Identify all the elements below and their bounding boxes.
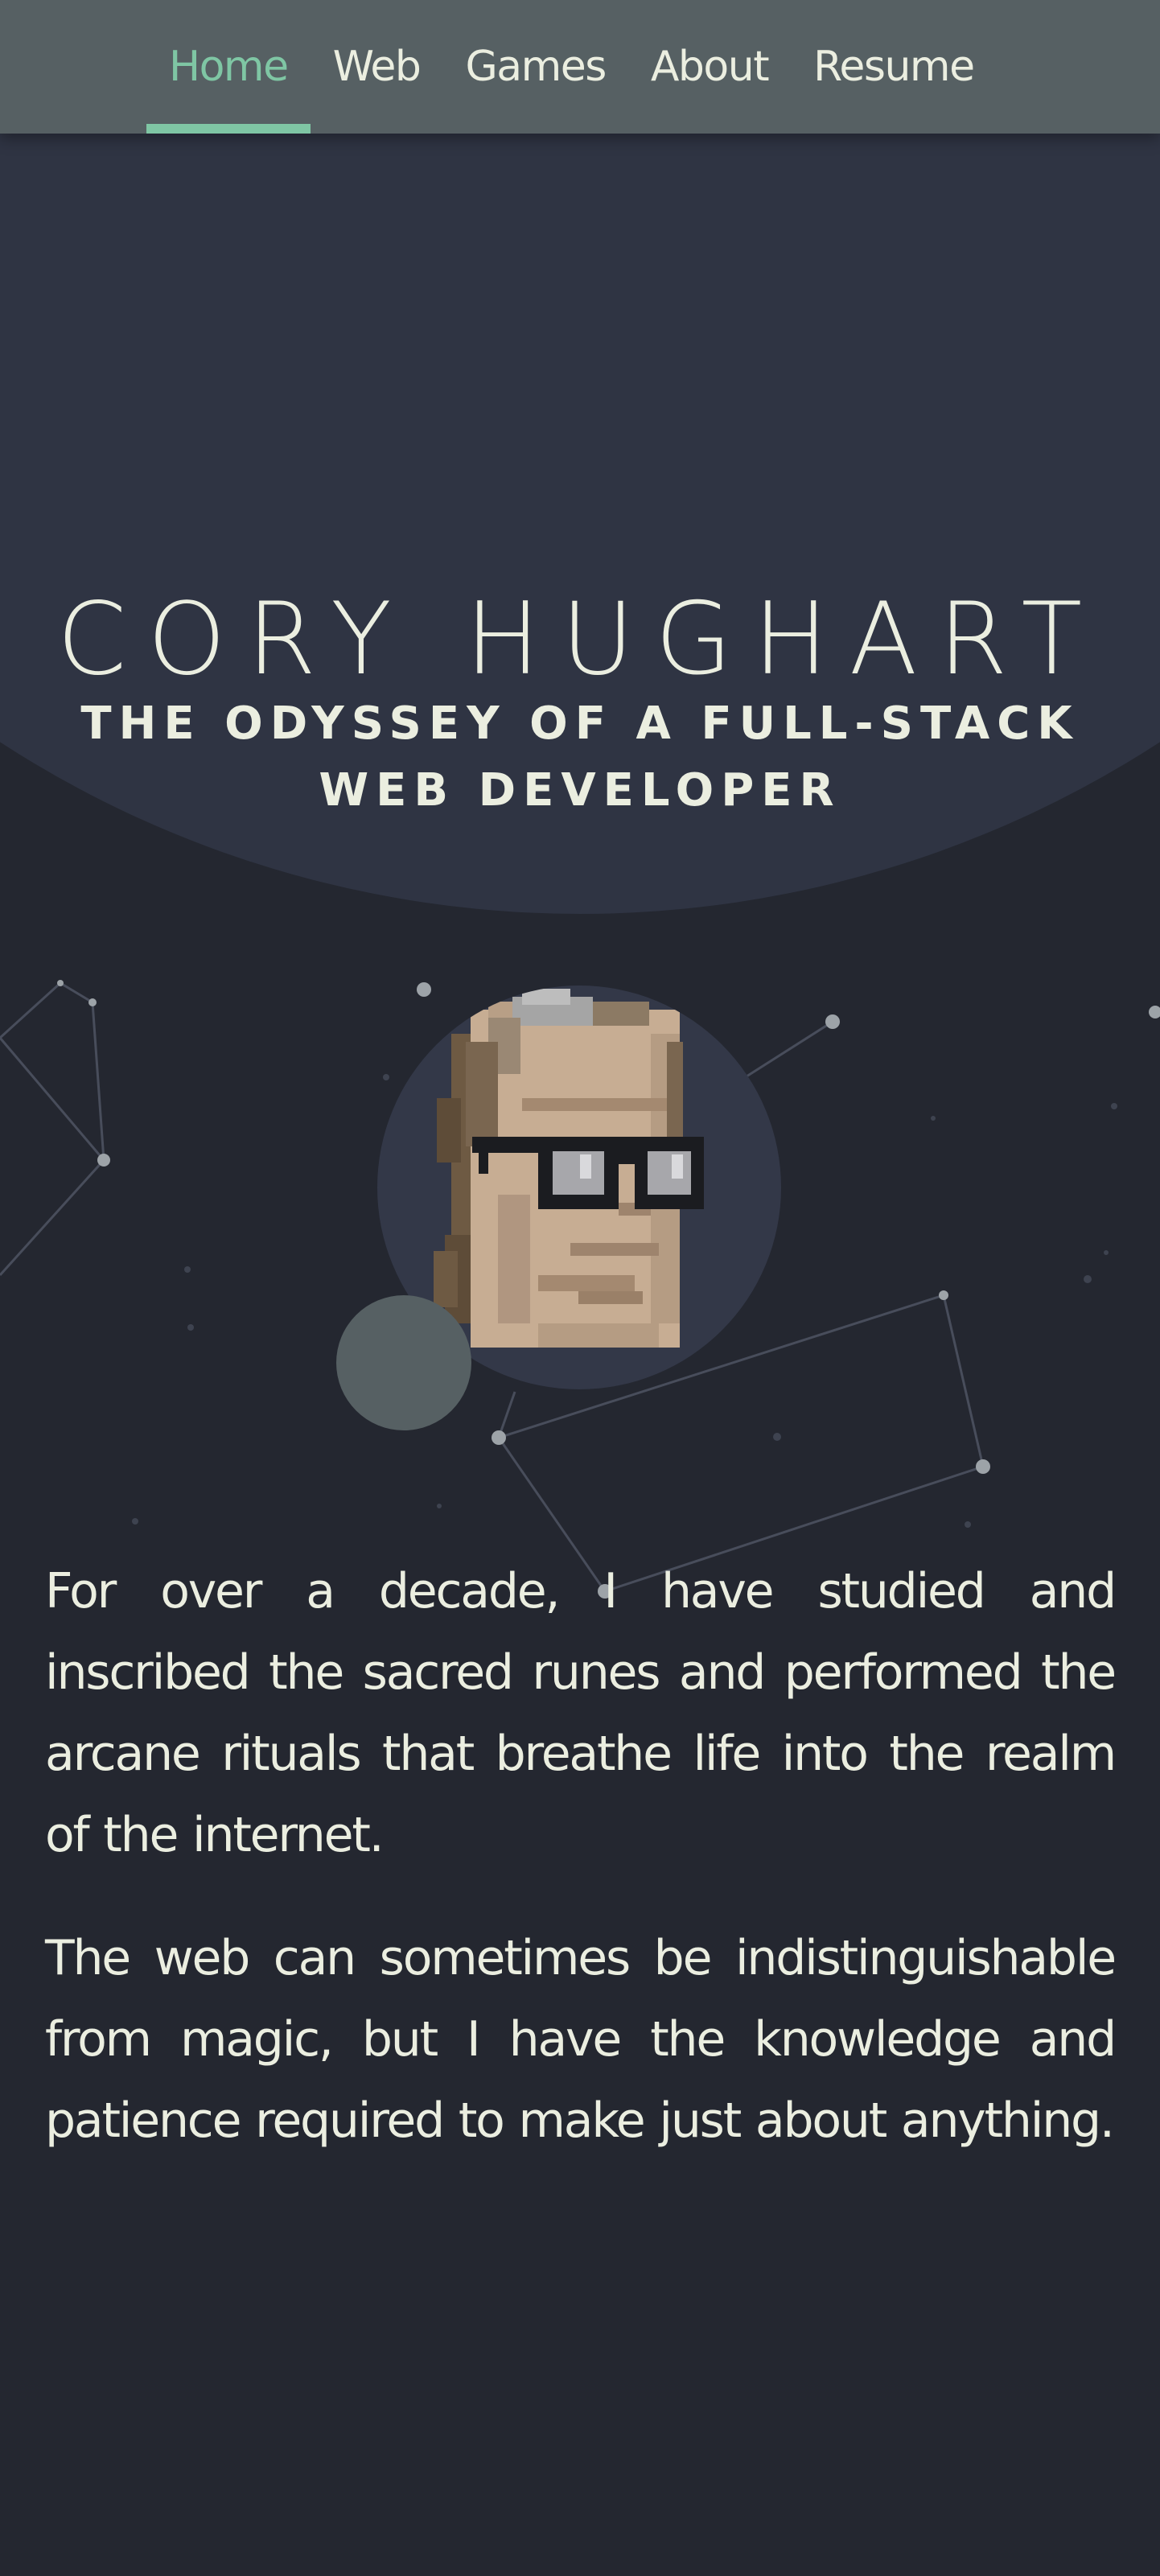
intro-section: For over a decade, I have studied and in… — [45, 1551, 1117, 2204]
faint-star — [1084, 1275, 1092, 1283]
nav-item-about[interactable]: About — [628, 0, 791, 134]
star — [417, 982, 431, 997]
nav-item-resume[interactable]: Resume — [791, 0, 996, 134]
faint-star — [1104, 1250, 1109, 1255]
faint-star — [773, 1433, 781, 1441]
intro-paragraph-2: The web can sometimes be indistinguishab… — [45, 1930, 1117, 2149]
page: Home Web Games About Resume CORY HUGHART… — [0, 0, 1160, 2576]
nav-item-games[interactable]: Games — [442, 0, 627, 134]
faint-star — [965, 1521, 971, 1528]
star — [825, 1014, 840, 1029]
nav-list: Home Web Games About Resume — [146, 0, 997, 134]
nav-item-web[interactable]: Web — [311, 0, 443, 134]
faint-star — [184, 1266, 191, 1273]
page-subtitle: THE ODYSSEY OF A FULL-STACK WEB DEVELOPE… — [80, 697, 1080, 817]
star — [976, 1459, 990, 1474]
star — [492, 1430, 506, 1445]
star — [88, 998, 97, 1006]
faint-star — [437, 1504, 442, 1508]
top-navigation: Home Web Games About Resume — [0, 0, 1160, 134]
faint-star — [931, 1116, 936, 1121]
star — [97, 1154, 110, 1167]
star — [939, 1290, 948, 1300]
star — [1149, 1006, 1160, 1018]
constellation-left-diagonal — [0, 1037, 105, 1161]
constellation-center-line — [497, 1391, 516, 1438]
avatar-status-dot — [336, 1295, 471, 1430]
faint-star — [187, 1324, 194, 1331]
intro-paragraph-1: For over a decade, I have studied and in… — [45, 1563, 1117, 1863]
star — [57, 980, 64, 986]
faint-star — [132, 1518, 138, 1525]
constellation-left-lines — [0, 981, 105, 1277]
faint-star — [1111, 1103, 1117, 1109]
faint-star — [383, 1074, 389, 1080]
page-title: CORY HUGHART — [56, 582, 1104, 698]
nav-item-home[interactable]: Home — [146, 0, 311, 134]
constellation-top-right-line — [746, 1020, 833, 1078]
